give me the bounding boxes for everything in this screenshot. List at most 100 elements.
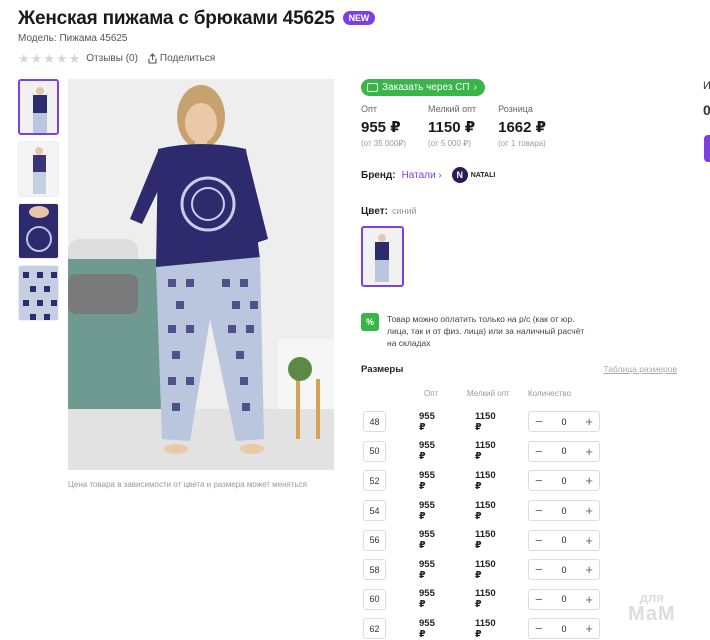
plus-button[interactable]: +	[585, 534, 593, 547]
price-small-wholesale: Мелкий опт 1150 ₽ (от 5 000 ₽)	[428, 104, 476, 148]
size-row: 48 955 ₽ 1150 ₽ − 0 +	[363, 407, 600, 437]
small-opt-price: 1150 ₽	[475, 440, 496, 463]
plus-button[interactable]: +	[585, 593, 593, 606]
quantity-value[interactable]: 0	[561, 506, 566, 516]
brand-logo-icon: N	[451, 167, 468, 183]
opt-price: 955 ₽	[419, 410, 435, 433]
opt-price: 955 ₽	[419, 558, 435, 581]
product-title: Женская пижама с брюками 45625 NEW	[18, 8, 376, 30]
watermark-logo: для МаМ	[628, 590, 676, 625]
edge-text-mid: 0	[703, 102, 710, 118]
edge-button[interactable]	[704, 135, 710, 162]
size-row: 52 955 ₽ 1150 ₽ − 0 +	[363, 466, 600, 496]
minus-button[interactable]: −	[535, 415, 543, 428]
size-label: 48	[363, 411, 386, 433]
order-via-sp-button[interactable]: Заказать через СП ›	[361, 79, 485, 96]
price-condition: (от 1 товара)	[498, 139, 546, 148]
minus-button[interactable]: −	[535, 504, 543, 517]
payment-note-text: Товар можно оплатить только на р/с (как …	[387, 314, 585, 348]
size-chart-link[interactable]: Таблица размеров	[604, 364, 678, 375]
size-label: 52	[363, 470, 386, 492]
order-via-sp-label: Заказать через СП	[382, 82, 470, 93]
size-label: 62	[363, 618, 386, 640]
share-icon	[148, 53, 157, 64]
quantity-value[interactable]: 0	[561, 594, 566, 604]
reviews-link[interactable]: Отзывы (0)	[86, 53, 138, 64]
column-header-opt: Опт	[424, 389, 439, 398]
small-opt-price: 1150 ₽	[475, 469, 496, 492]
thumbnail-1[interactable]	[18, 79, 59, 135]
price-wholesale: Опт 955 ₽ (от 35 000₽)	[361, 104, 406, 148]
column-header-small-opt: Мелкий опт	[467, 389, 510, 398]
quantity-stepper: − 0 +	[528, 529, 600, 551]
small-opt-price: 1150 ₽	[475, 499, 496, 522]
quantity-value[interactable]: 0	[561, 565, 566, 575]
photo-caption: Цена товара в зависимости от цвета и раз…	[68, 480, 308, 489]
quantity-stepper: − 0 +	[528, 618, 600, 640]
sizes-table: 48 955 ₽ 1150 ₽ − 0 + 50 955 ₽ 1150 ₽ − …	[363, 407, 600, 640]
price-value: 1150 ₽	[428, 119, 476, 136]
price-value: 955 ₽	[361, 119, 401, 136]
price-value: 1662 ₽	[498, 119, 547, 136]
plus-button[interactable]: +	[585, 504, 593, 517]
minus-button[interactable]: −	[535, 474, 543, 487]
opt-price: 955 ₽	[419, 440, 435, 463]
thumbnail-2[interactable]	[18, 141, 59, 197]
thumbnail-4[interactable]	[18, 265, 59, 321]
plus-button[interactable]: +	[585, 415, 593, 428]
product-model: Модель: Пижама 45625	[18, 33, 128, 44]
plus-button[interactable]: +	[585, 622, 593, 635]
size-row: 62 955 ₽ 1150 ₽ − 0 +	[363, 614, 600, 640]
quantity-value[interactable]: 0	[561, 624, 566, 634]
color-label: Цвет:	[361, 206, 388, 217]
minus-button[interactable]: −	[535, 593, 543, 606]
minus-button[interactable]: −	[535, 534, 543, 547]
thumbnail-3[interactable]	[18, 203, 59, 259]
payment-note: % Товар можно оплатить только на р/с (ка…	[361, 313, 587, 349]
size-label: 58	[363, 559, 386, 581]
price-condition: (от 5 000 ₽)	[428, 139, 471, 148]
opt-price: 955 ₽	[419, 499, 435, 522]
quantity-stepper: − 0 +	[528, 500, 600, 522]
quantity-value[interactable]: 0	[561, 535, 566, 545]
star-icon: ★	[43, 51, 55, 66]
share-button[interactable]: Поделиться	[148, 53, 215, 64]
share-label: Поделиться	[159, 53, 216, 64]
price-label: Опт	[361, 104, 377, 114]
price-retail: Розница 1662 ₽ (от 1 товара)	[498, 104, 546, 148]
opt-price: 955 ₽	[419, 529, 435, 552]
column-header-quantity: Количество	[528, 389, 571, 398]
color-swatch-blue[interactable]	[361, 226, 404, 287]
opt-price: 955 ₽	[419, 588, 435, 611]
star-icon: ★	[30, 51, 43, 66]
minus-button[interactable]: −	[535, 563, 543, 576]
minus-button[interactable]: −	[535, 445, 543, 458]
minus-button[interactable]: −	[535, 622, 543, 635]
quantity-value[interactable]: 0	[561, 417, 566, 427]
quantity-value[interactable]: 0	[561, 476, 566, 486]
small-opt-price: 1150 ₽	[475, 529, 496, 552]
quantity-stepper: − 0 +	[528, 559, 600, 581]
quantity-stepper: − 0 +	[528, 411, 600, 433]
brand-link[interactable]: Натали ›	[402, 170, 442, 181]
rating-row: ★ ★ ★ ★ ★ Отзывы (0) Поделиться	[18, 52, 215, 65]
size-label: 54	[363, 500, 386, 522]
edge-text-top: И	[703, 80, 710, 92]
sizes-header: Размеры Таблица размеров	[361, 364, 677, 375]
plus-button[interactable]: +	[585, 445, 593, 458]
main-product-photo[interactable]	[68, 79, 334, 470]
size-label: 50	[363, 440, 386, 462]
sizes-title: Размеры	[361, 364, 404, 375]
plus-button[interactable]: +	[585, 563, 593, 576]
product-photo-image	[68, 79, 334, 470]
quantity-stepper: − 0 +	[528, 470, 600, 492]
plus-button[interactable]: +	[585, 474, 593, 487]
thumbnail-strip	[18, 79, 59, 327]
price-label: Розница	[498, 104, 533, 114]
quantity-value[interactable]: 0	[561, 446, 566, 456]
small-opt-price: 1150 ₽	[475, 410, 496, 433]
small-opt-price: 1150 ₽	[475, 558, 496, 581]
size-row: 50 955 ₽ 1150 ₽ − 0 +	[363, 437, 600, 467]
cart-icon	[367, 83, 378, 92]
watermark-line-2: МаМ	[628, 603, 676, 625]
